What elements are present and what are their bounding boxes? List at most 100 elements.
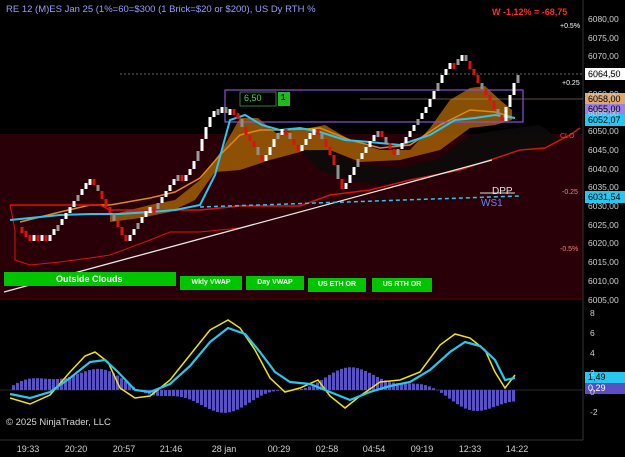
renko-brick — [420, 113, 424, 119]
hist-bar — [164, 390, 167, 397]
hist-bar — [176, 390, 179, 397]
hist-bar — [168, 390, 171, 397]
us-eth-or-button[interactable]: US ETH OR — [308, 278, 366, 292]
hist-bar — [412, 383, 415, 390]
renko-brick — [304, 139, 308, 145]
renko-brick — [232, 109, 236, 115]
hist-bar — [332, 372, 335, 390]
renko-brick — [192, 161, 196, 169]
hist-bar — [244, 390, 247, 406]
hist-bar — [416, 383, 419, 390]
renko-brick — [84, 183, 88, 189]
renko-brick — [312, 129, 316, 135]
renko-brick — [100, 191, 104, 199]
renko-brick — [416, 119, 420, 125]
renko-brick — [380, 131, 384, 137]
chart-canvas[interactable] — [0, 0, 625, 457]
label-plus-0-5: +0.5% — [560, 23, 581, 30]
hist-bar — [428, 386, 431, 390]
hist-bar — [364, 370, 367, 390]
hist-bar — [508, 390, 511, 403]
renko-brick — [256, 147, 260, 155]
hist-bar — [248, 390, 251, 403]
label-minus-0-5: -0.5% — [560, 246, 579, 253]
time-axis-label: 19:33 — [16, 444, 40, 454]
renko-brick — [440, 75, 444, 83]
renko-brick — [300, 145, 304, 151]
price-axis-label: 6015,00 — [588, 257, 619, 268]
renko-brick — [132, 229, 136, 235]
hist-bar — [180, 390, 183, 398]
renko-brick — [112, 213, 116, 221]
hist-bar — [456, 390, 459, 405]
renko-brick — [504, 107, 508, 121]
renko-brick — [484, 89, 488, 95]
renko-brick — [72, 201, 76, 207]
renko-brick — [396, 149, 400, 155]
osc-axis-label: 6 — [590, 328, 595, 338]
time-axis-label: 02:58 — [315, 444, 339, 454]
renko-brick — [444, 69, 448, 75]
renko-brick — [108, 207, 112, 213]
label-clo: CLO — [560, 133, 575, 140]
osc-axis-label: 4 — [590, 348, 595, 358]
renko-brick — [88, 179, 92, 185]
hist-bar — [444, 390, 447, 396]
us-rth-or-button[interactable]: US RTH OR — [372, 278, 432, 292]
renko-brick — [452, 63, 456, 69]
renko-brick — [68, 207, 72, 213]
price-axis-label: 6045,00 — [588, 144, 619, 155]
renko-brick — [448, 63, 452, 69]
box-count: 1 — [281, 93, 286, 102]
renko-brick — [428, 99, 432, 107]
renko-brick — [212, 111, 216, 117]
renko-brick — [228, 109, 232, 115]
renko-brick — [140, 217, 144, 223]
renko-brick — [36, 235, 40, 241]
hist-bar — [92, 369, 95, 390]
price-axis-label: 6075,00 — [588, 32, 619, 43]
renko-brick — [468, 61, 472, 69]
renko-brick — [76, 195, 80, 201]
renko-brick — [56, 225, 60, 231]
hist-bar — [492, 390, 495, 408]
renko-brick — [276, 133, 280, 139]
hist-bar — [16, 382, 19, 390]
renko-brick — [20, 227, 24, 233]
hist-bar — [260, 390, 263, 396]
renko-brick — [208, 117, 212, 127]
renko-brick — [324, 139, 328, 147]
renko-brick — [320, 133, 324, 139]
hist-bar — [100, 369, 103, 390]
hist-bar — [432, 388, 435, 390]
renko-brick — [236, 113, 240, 119]
price-axis-label: 6025,00 — [588, 219, 619, 230]
time-axis-label: 28 jan — [211, 444, 237, 454]
day-vwap-button[interactable]: Day VWAP — [246, 276, 304, 290]
hist-bar — [368, 372, 371, 390]
renko-brick — [372, 135, 376, 141]
hist-bar — [104, 369, 107, 390]
time-axis-label: 20:57 — [112, 444, 136, 454]
hist-bar — [32, 378, 35, 390]
renko-brick — [496, 109, 500, 115]
renko-brick — [248, 135, 252, 141]
hist-bar — [84, 371, 87, 390]
hist-bar — [232, 390, 235, 412]
hist-bar — [348, 367, 351, 390]
wvwap-price-tag: 6031,54 — [588, 192, 621, 202]
hist-bar — [236, 390, 239, 410]
hist-bar — [512, 390, 515, 402]
renko-brick — [364, 147, 368, 153]
hist-bar — [300, 388, 303, 390]
renko-brick — [28, 235, 32, 241]
hist-bar — [448, 390, 451, 399]
wkly-vwap-button[interactable]: Wkly VWAP — [180, 276, 242, 290]
renko-brick — [352, 167, 356, 175]
renko-brick — [292, 139, 296, 145]
renko-brick — [412, 125, 416, 131]
hist-bar — [308, 386, 311, 390]
renko-brick — [456, 59, 460, 65]
outside-clouds-button[interactable]: Outside Clouds — [4, 272, 176, 286]
hist-bar — [12, 385, 15, 390]
